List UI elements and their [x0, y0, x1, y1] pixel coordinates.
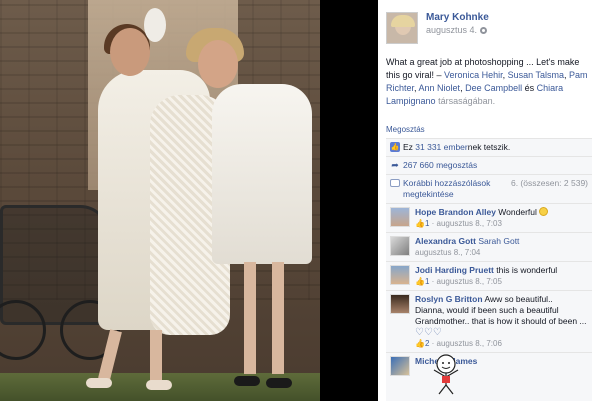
post-author: Mary Kohnke augusztus 4. — [386, 12, 592, 44]
share-button[interactable]: Megosztás — [386, 125, 592, 134]
feedback-panel: 👍 Ez 31 331 embernek tetszik. ➦ 267 660 … — [386, 138, 592, 401]
commenter-avatar[interactable] — [390, 294, 410, 314]
commenter-avatar[interactable] — [390, 236, 410, 256]
commenter-name[interactable]: Jodi Harding Pruett — [415, 265, 494, 275]
comment-meta: 👍1 · augusztus 8., 7:05 — [415, 277, 502, 286]
commenter-avatar[interactable] — [390, 265, 410, 285]
share-arrow-icon: ➦ — [391, 159, 399, 170]
likes-count[interactable]: 31 331 ember — [415, 142, 467, 152]
woman-right-suit — [212, 84, 312, 264]
comment-date[interactable]: augusztus 8., 7:03 — [437, 219, 502, 228]
comment-text: Aww so beautiful.. — [484, 294, 553, 304]
shoe — [234, 376, 260, 386]
commenter-avatar[interactable] — [390, 356, 410, 376]
fascinator-hat — [144, 8, 166, 42]
tagged-person[interactable]: Dee Campbell — [465, 83, 522, 93]
tagged-person[interactable]: Susan Talsma — [508, 70, 564, 80]
comment-date[interactable]: augusztus 8., 7:06 — [437, 339, 502, 348]
separator: és — [522, 83, 537, 93]
likes-suffix: nek tetszik. — [467, 142, 511, 152]
likes-prefix: Ez — [403, 142, 416, 152]
tagged-person[interactable]: Veronica Hehir — [444, 70, 503, 80]
post-sidebar: Mary Kohnke augusztus 4. What a great jo… — [378, 0, 600, 401]
woman-right-head — [198, 40, 238, 88]
gear-icon[interactable] — [480, 26, 488, 34]
hearts-emoji-icon: ♡♡♡ — [415, 327, 442, 338]
sticker-drawing — [433, 354, 459, 395]
commenter-name[interactable]: Hope Brandon Alley — [415, 207, 496, 217]
comment-date[interactable]: augusztus 8., 7:05 — [437, 277, 502, 286]
dash: – — [434, 70, 445, 80]
woman-right-leg — [272, 262, 284, 374]
shares-count[interactable]: 267 660 megosztás — [403, 160, 477, 171]
tag-suffix: társaságában. — [438, 96, 496, 106]
comment-like-count[interactable]: 1 — [425, 219, 429, 228]
comment-like-count[interactable]: 1 — [425, 277, 429, 286]
comment-date[interactable]: augusztus 8., 7:04 — [415, 248, 480, 257]
comment-meta: 👍1 · augusztus 8., 7:03 — [415, 219, 502, 228]
shoe — [266, 378, 292, 388]
comment: Michelle James — [386, 353, 592, 401]
commenter-name[interactable]: Alexandra Gott — [415, 236, 476, 246]
woman-right-leg — [244, 262, 256, 374]
comment-meta: augusztus 8., 7:04 — [415, 247, 519, 258]
comment-text-continued: Dianna, would if been such a beautiful G… — [415, 305, 587, 326]
thumbs-up-icon: 👍 — [390, 142, 400, 152]
tagged-person[interactable]: Ann Niolet — [419, 83, 461, 93]
comment: Alexandra Gott Sarah Gott augusztus 8., … — [386, 233, 592, 262]
woman-left-head — [110, 28, 150, 76]
comment-meta: 👍2 · augusztus 8., 7:06 — [415, 339, 502, 348]
shares-row: ➦ 267 660 megosztás — [386, 157, 592, 175]
comment: Hope Brandon Alley Wonderful 👍1 · augusz… — [386, 204, 592, 233]
post-photo[interactable] — [0, 0, 320, 401]
woman-left-leg — [150, 330, 162, 382]
post-date[interactable]: augusztus 4. — [426, 25, 477, 35]
author-avatar[interactable] — [386, 12, 418, 44]
view-previous-comments-link[interactable]: Korábbi hozzászólások megtekintése — [403, 178, 503, 200]
commenter-avatar[interactable] — [390, 207, 410, 227]
thumbs-up-icon[interactable]: 👍 — [415, 219, 425, 228]
comment-position: 6. (összesen: 2 539) — [510, 178, 588, 188]
likes-row: 👍 Ez 31 331 embernek tetszik. — [386, 139, 592, 157]
comment-mention-link[interactable]: Sarah Gott — [478, 236, 519, 246]
commenter-name[interactable]: Roslyn G Britton — [415, 294, 483, 304]
shoe — [146, 380, 172, 390]
speech-bubble-icon — [390, 179, 400, 187]
author-name[interactable]: Mary Kohnke — [426, 12, 489, 23]
comment-text: Wonderful — [498, 207, 537, 217]
post-date-row: augusztus 4. — [426, 25, 489, 35]
comment: Jodi Harding Pruett this is wonderful 👍1… — [386, 262, 592, 291]
comment-text: this is wonderful — [496, 265, 558, 275]
previous-comments-row: Korábbi hozzászólások megtekintése 6. (ö… — [386, 175, 592, 204]
shoe — [86, 378, 112, 388]
thumbs-up-icon[interactable]: 👍 — [415, 339, 425, 348]
comment-like-count[interactable]: 2 — [425, 339, 429, 348]
thumbs-up-icon[interactable]: 👍 — [415, 277, 425, 286]
post-text: What a great job at photoshopping ... Le… — [386, 56, 592, 108]
smiley-emoji-icon — [539, 207, 549, 216]
comment: Roslyn G Britton Aww so beautiful.. Dian… — [386, 291, 592, 353]
